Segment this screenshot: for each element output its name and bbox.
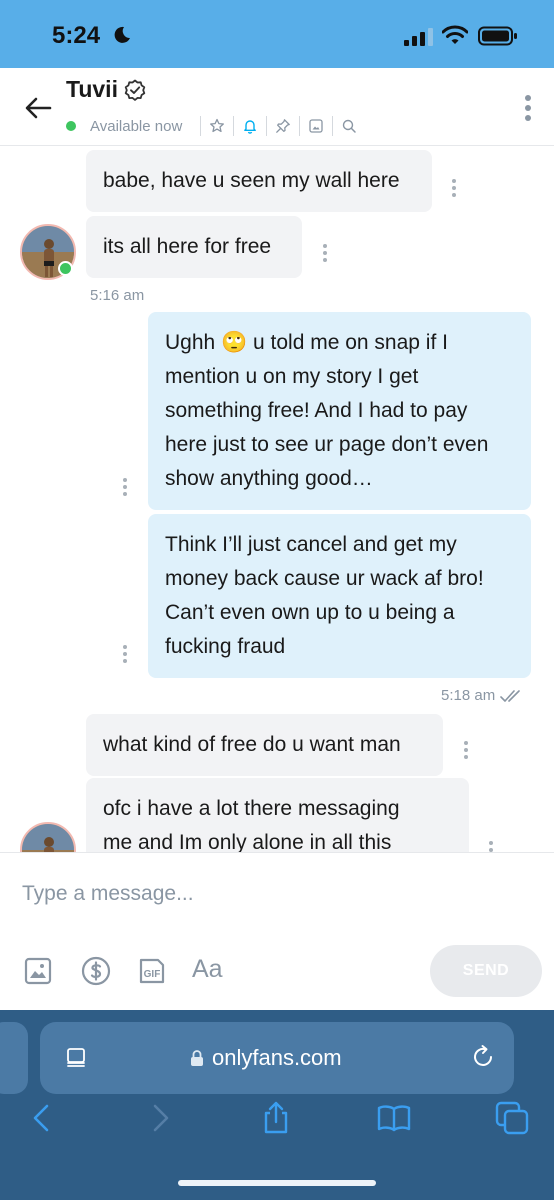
bookmarks-icon[interactable] [376,1100,412,1136]
divider [299,116,301,136]
verified-badge-icon [124,79,146,101]
image-icon[interactable] [308,118,324,134]
message-options-icon[interactable] [488,841,494,852]
star-icon[interactable] [209,118,225,134]
lock-icon [191,1050,203,1066]
outgoing-message-bubble[interactable]: Ughh 🙄 u told me on snap if I mention u … [148,312,531,510]
pin-icon[interactable] [275,118,291,134]
avatar[interactable] [20,822,76,852]
send-button[interactable]: SEND [430,945,542,997]
online-indicator [58,261,73,276]
text-format-button[interactable]: Aa [192,955,223,984]
browser-forward-icon[interactable] [142,1100,178,1136]
bell-icon[interactable] [242,118,258,134]
outgoing-message-bubble[interactable]: Think I’ll just cancel and get my money … [148,514,531,678]
chat-header: Tuvii Available now [0,68,554,146]
divider [332,116,334,136]
message-line: here just to see ur page don’t even [165,433,489,456]
gif-icon[interactable]: GIF [136,955,168,987]
message-line: ofc i have a lot there messaging [103,797,400,820]
availability-text: Available now [90,117,183,135]
message-text: what kind of free do u want man [103,733,401,756]
tip-dollar-icon[interactable] [80,955,112,987]
message-line: show anything good… [165,467,373,490]
wifi-icon [442,25,468,44]
previous-tab-preview[interactable] [0,1022,28,1094]
message-options-icon[interactable] [122,478,128,496]
incoming-message-bubble[interactable]: what kind of free do u want man [86,714,443,776]
message-options-icon[interactable] [122,645,128,663]
message-list[interactable]: babe, have u seen my wall here its all h… [0,146,554,852]
message-composer: GIF Aa SEND [0,852,554,1010]
status-time: 5:24 [52,22,101,49]
divider [200,116,202,136]
message-options-icon[interactable] [451,179,457,197]
message-line: Ughh 🙄 u told me on snap if I [165,331,448,354]
message-line: mention u on my story I get [165,365,419,388]
back-arrow-icon[interactable] [22,92,54,124]
incoming-message-bubble[interactable]: ofc i have a lot there messaging me and … [86,778,469,852]
more-options-icon[interactable] [524,94,532,122]
message-text: babe, have u seen my wall here [103,169,400,192]
contact-name[interactable]: Tuvii [66,76,118,103]
address-bar[interactable]: onlyfans.com [40,1022,514,1094]
url-text[interactable]: onlyfans.com [212,1045,342,1071]
header-subrow: Available now [66,116,357,136]
home-indicator [178,1180,376,1186]
message-options-icon[interactable] [463,741,469,759]
incoming-message-bubble[interactable]: babe, have u seen my wall here [86,150,432,212]
message-text: its all here for free [103,235,272,258]
incoming-message-bubble[interactable]: its all here for free [86,216,302,278]
contact-name-row[interactable]: Tuvii [66,76,146,103]
battery-icon [478,26,517,46]
search-icon[interactable] [341,118,357,134]
cellular-signal-icon [404,28,433,46]
svg-text:GIF: GIF [144,969,161,980]
share-icon[interactable] [258,1100,294,1136]
avatar-photo [22,824,74,852]
moon-icon [114,26,130,43]
message-timestamp: 5:18 am [441,687,496,704]
read-receipt-icon [500,690,520,702]
message-line: Can’t even own up to u being a [165,601,455,624]
image-attach-icon[interactable] [22,955,54,987]
message-timestamp: 5:16 am [90,287,145,304]
divider [266,116,268,136]
tabs-icon[interactable] [494,1100,530,1136]
message-line: fucking fraud [165,635,286,658]
url-display[interactable]: onlyfans.com [190,1022,342,1094]
reader-mode-icon[interactable] [64,1046,88,1070]
status-bar: 5:24 [0,0,554,68]
message-input[interactable] [22,877,522,911]
message-line: me and Im only alone in all this [103,831,392,852]
reload-icon[interactable] [470,1044,496,1070]
browser-back-icon[interactable] [24,1100,60,1136]
message-line: something free! And I had to pay [165,399,468,422]
divider [233,116,235,136]
message-options-icon[interactable] [322,244,328,262]
online-status-dot [66,121,76,131]
message-line: Think I’ll just cancel and get my [165,533,457,556]
message-line: money back cause ur wack af bro! [165,567,484,590]
